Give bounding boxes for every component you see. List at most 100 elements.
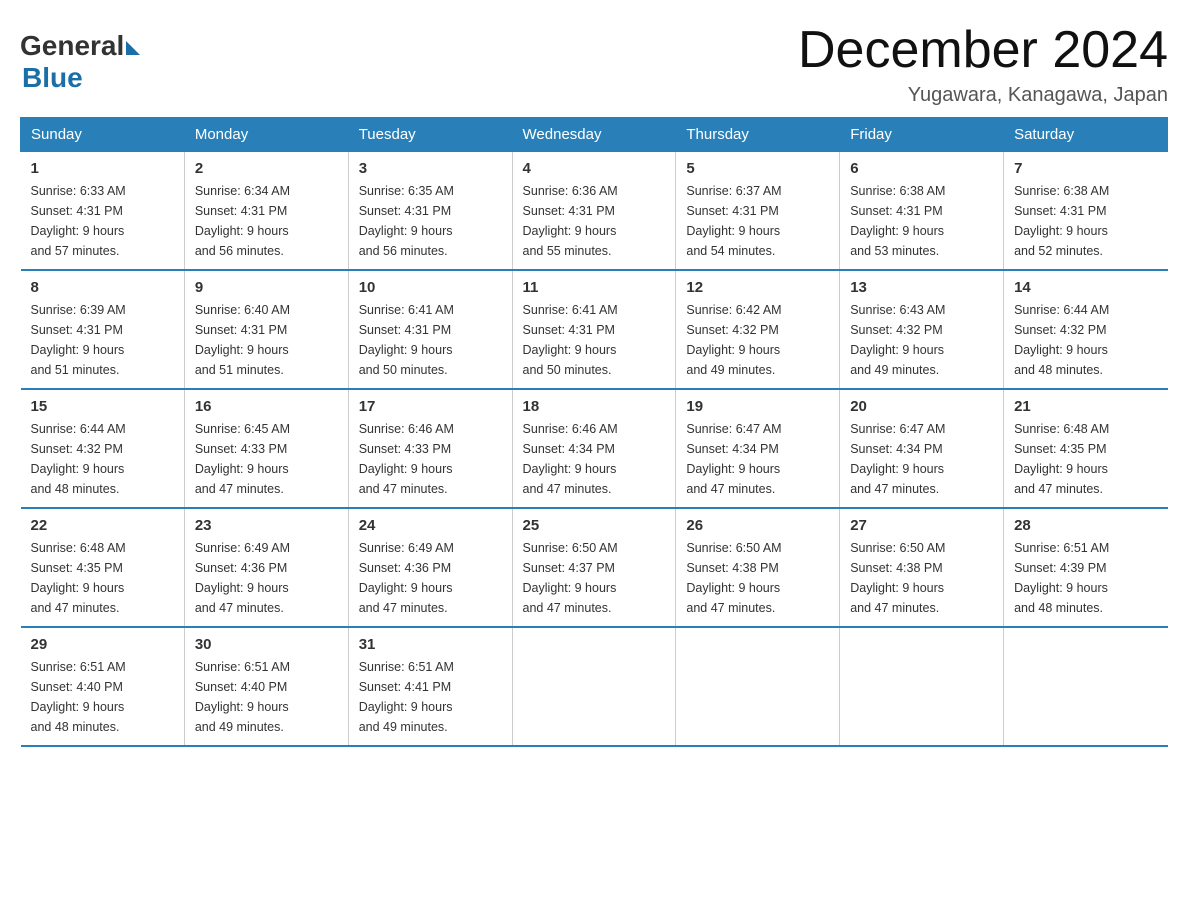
logo: General Blue [20, 20, 140, 94]
day-number: 11 [523, 279, 666, 296]
day-number: 6 [850, 160, 993, 177]
calendar-day-cell: 17 Sunrise: 6:46 AM Sunset: 4:33 PM Dayl… [348, 389, 512, 508]
day-info: Sunrise: 6:37 AM Sunset: 4:31 PM Dayligh… [686, 181, 829, 261]
day-of-week-header: Saturday [1004, 118, 1168, 152]
day-number: 15 [31, 398, 174, 415]
day-info: Sunrise: 6:42 AM Sunset: 4:32 PM Dayligh… [686, 300, 829, 380]
day-of-week-header: Thursday [676, 118, 840, 152]
day-info: Sunrise: 6:40 AM Sunset: 4:31 PM Dayligh… [195, 300, 338, 380]
day-info: Sunrise: 6:35 AM Sunset: 4:31 PM Dayligh… [359, 181, 502, 261]
calendar-day-cell: 29 Sunrise: 6:51 AM Sunset: 4:40 PM Dayl… [21, 627, 185, 746]
calendar-day-cell: 24 Sunrise: 6:49 AM Sunset: 4:36 PM Dayl… [348, 508, 512, 627]
calendar-day-cell: 21 Sunrise: 6:48 AM Sunset: 4:35 PM Dayl… [1004, 389, 1168, 508]
calendar-day-cell: 2 Sunrise: 6:34 AM Sunset: 4:31 PM Dayli… [184, 152, 348, 271]
day-number: 5 [686, 160, 829, 177]
day-info: Sunrise: 6:47 AM Sunset: 4:34 PM Dayligh… [686, 419, 829, 499]
day-info: Sunrise: 6:51 AM Sunset: 4:40 PM Dayligh… [31, 657, 174, 737]
day-info: Sunrise: 6:34 AM Sunset: 4:31 PM Dayligh… [195, 181, 338, 261]
day-info: Sunrise: 6:48 AM Sunset: 4:35 PM Dayligh… [31, 538, 174, 618]
calendar-day-cell: 30 Sunrise: 6:51 AM Sunset: 4:40 PM Dayl… [184, 627, 348, 746]
day-info: Sunrise: 6:43 AM Sunset: 4:32 PM Dayligh… [850, 300, 993, 380]
calendar-day-cell: 27 Sunrise: 6:50 AM Sunset: 4:38 PM Dayl… [840, 508, 1004, 627]
calendar-week-row: 22 Sunrise: 6:48 AM Sunset: 4:35 PM Dayl… [21, 508, 1168, 627]
calendar-day-cell [1004, 627, 1168, 746]
day-info: Sunrise: 6:44 AM Sunset: 4:32 PM Dayligh… [1014, 300, 1157, 380]
day-number: 14 [1014, 279, 1157, 296]
day-info: Sunrise: 6:33 AM Sunset: 4:31 PM Dayligh… [31, 181, 174, 261]
day-number: 7 [1014, 160, 1157, 177]
day-number: 17 [359, 398, 502, 415]
calendar-day-cell [512, 627, 676, 746]
day-of-week-header: Wednesday [512, 118, 676, 152]
calendar-day-cell [676, 627, 840, 746]
calendar-header-row: SundayMondayTuesdayWednesdayThursdayFrid… [21, 118, 1168, 152]
day-number: 22 [31, 517, 174, 534]
day-info: Sunrise: 6:44 AM Sunset: 4:32 PM Dayligh… [31, 419, 174, 499]
day-number: 25 [523, 517, 666, 534]
day-info: Sunrise: 6:51 AM Sunset: 4:41 PM Dayligh… [359, 657, 502, 737]
day-info: Sunrise: 6:47 AM Sunset: 4:34 PM Dayligh… [850, 419, 993, 499]
day-info: Sunrise: 6:50 AM Sunset: 4:38 PM Dayligh… [686, 538, 829, 618]
title-block: December 2024 Yugawara, Kanagawa, Japan [798, 20, 1168, 107]
day-number: 21 [1014, 398, 1157, 415]
day-number: 9 [195, 279, 338, 296]
day-number: 30 [195, 636, 338, 653]
calendar-table: SundayMondayTuesdayWednesdayThursdayFrid… [20, 117, 1168, 747]
calendar-day-cell: 23 Sunrise: 6:49 AM Sunset: 4:36 PM Dayl… [184, 508, 348, 627]
day-number: 29 [31, 636, 174, 653]
day-number: 4 [523, 160, 666, 177]
day-number: 27 [850, 517, 993, 534]
day-number: 3 [359, 160, 502, 177]
day-info: Sunrise: 6:50 AM Sunset: 4:37 PM Dayligh… [523, 538, 666, 618]
page-header: General Blue December 2024 Yugawara, Kan… [20, 20, 1168, 107]
calendar-day-cell: 28 Sunrise: 6:51 AM Sunset: 4:39 PM Dayl… [1004, 508, 1168, 627]
calendar-day-cell: 26 Sunrise: 6:50 AM Sunset: 4:38 PM Dayl… [676, 508, 840, 627]
day-number: 10 [359, 279, 502, 296]
calendar-day-cell: 1 Sunrise: 6:33 AM Sunset: 4:31 PM Dayli… [21, 152, 185, 271]
day-number: 16 [195, 398, 338, 415]
calendar-day-cell: 3 Sunrise: 6:35 AM Sunset: 4:31 PM Dayli… [348, 152, 512, 271]
location-subtitle: Yugawara, Kanagawa, Japan [798, 84, 1168, 107]
day-of-week-header: Monday [184, 118, 348, 152]
day-info: Sunrise: 6:50 AM Sunset: 4:38 PM Dayligh… [850, 538, 993, 618]
day-number: 13 [850, 279, 993, 296]
calendar-day-cell: 13 Sunrise: 6:43 AM Sunset: 4:32 PM Dayl… [840, 270, 1004, 389]
logo-blue-text: Blue [22, 62, 83, 94]
calendar-day-cell: 16 Sunrise: 6:45 AM Sunset: 4:33 PM Dayl… [184, 389, 348, 508]
calendar-day-cell: 6 Sunrise: 6:38 AM Sunset: 4:31 PM Dayli… [840, 152, 1004, 271]
day-number: 20 [850, 398, 993, 415]
day-info: Sunrise: 6:46 AM Sunset: 4:33 PM Dayligh… [359, 419, 502, 499]
day-number: 26 [686, 517, 829, 534]
day-number: 2 [195, 160, 338, 177]
calendar-day-cell: 7 Sunrise: 6:38 AM Sunset: 4:31 PM Dayli… [1004, 152, 1168, 271]
day-of-week-header: Tuesday [348, 118, 512, 152]
day-of-week-header: Friday [840, 118, 1004, 152]
day-info: Sunrise: 6:45 AM Sunset: 4:33 PM Dayligh… [195, 419, 338, 499]
day-info: Sunrise: 6:51 AM Sunset: 4:40 PM Dayligh… [195, 657, 338, 737]
day-info: Sunrise: 6:39 AM Sunset: 4:31 PM Dayligh… [31, 300, 174, 380]
day-info: Sunrise: 6:38 AM Sunset: 4:31 PM Dayligh… [1014, 181, 1157, 261]
day-info: Sunrise: 6:49 AM Sunset: 4:36 PM Dayligh… [195, 538, 338, 618]
calendar-day-cell: 5 Sunrise: 6:37 AM Sunset: 4:31 PM Dayli… [676, 152, 840, 271]
month-title: December 2024 [798, 20, 1168, 80]
calendar-day-cell: 10 Sunrise: 6:41 AM Sunset: 4:31 PM Dayl… [348, 270, 512, 389]
calendar-day-cell: 4 Sunrise: 6:36 AM Sunset: 4:31 PM Dayli… [512, 152, 676, 271]
day-number: 19 [686, 398, 829, 415]
calendar-day-cell: 22 Sunrise: 6:48 AM Sunset: 4:35 PM Dayl… [21, 508, 185, 627]
day-info: Sunrise: 6:46 AM Sunset: 4:34 PM Dayligh… [523, 419, 666, 499]
calendar-day-cell: 19 Sunrise: 6:47 AM Sunset: 4:34 PM Dayl… [676, 389, 840, 508]
calendar-day-cell [840, 627, 1004, 746]
calendar-day-cell: 9 Sunrise: 6:40 AM Sunset: 4:31 PM Dayli… [184, 270, 348, 389]
calendar-day-cell: 14 Sunrise: 6:44 AM Sunset: 4:32 PM Dayl… [1004, 270, 1168, 389]
day-number: 24 [359, 517, 502, 534]
day-number: 1 [31, 160, 174, 177]
calendar-day-cell: 12 Sunrise: 6:42 AM Sunset: 4:32 PM Dayl… [676, 270, 840, 389]
calendar-week-row: 29 Sunrise: 6:51 AM Sunset: 4:40 PM Dayl… [21, 627, 1168, 746]
day-info: Sunrise: 6:41 AM Sunset: 4:31 PM Dayligh… [359, 300, 502, 380]
logo-general-text: General [20, 30, 124, 62]
day-info: Sunrise: 6:48 AM Sunset: 4:35 PM Dayligh… [1014, 419, 1157, 499]
calendar-day-cell: 11 Sunrise: 6:41 AM Sunset: 4:31 PM Dayl… [512, 270, 676, 389]
logo-arrow-icon [126, 41, 140, 55]
calendar-day-cell: 25 Sunrise: 6:50 AM Sunset: 4:37 PM Dayl… [512, 508, 676, 627]
calendar-day-cell: 31 Sunrise: 6:51 AM Sunset: 4:41 PM Dayl… [348, 627, 512, 746]
